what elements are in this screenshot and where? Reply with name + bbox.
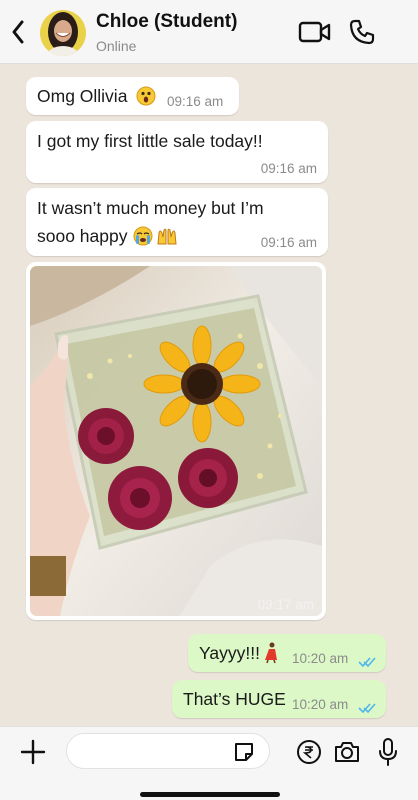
message-text-line1: It wasn’t much money but I’m	[37, 198, 264, 218]
raising-hands-icon	[156, 226, 178, 251]
rupee-payment-icon[interactable]	[296, 739, 322, 765]
message-text: I got my first little sale today!!	[37, 131, 263, 151]
back-chevron-icon[interactable]	[8, 18, 28, 46]
message-incoming[interactable]: It wasn’t much money but I’m sooo happy …	[26, 188, 328, 256]
photo-resin-flowers[interactable]: 09:17 am	[30, 266, 322, 616]
video-call-icon[interactable]	[298, 20, 332, 44]
avatar[interactable]	[40, 10, 86, 56]
read-ticks-icon	[358, 652, 376, 673]
chat-area[interactable]: Omg Ollivia 09:16 am I got my first litt…	[0, 64, 418, 726]
message-time: 09:16 am	[260, 235, 317, 250]
message-incoming[interactable]: I got my first little sale today!! 09:16…	[26, 121, 328, 183]
message-time: 09:16 am	[260, 161, 317, 176]
read-ticks-icon	[358, 698, 376, 719]
home-indicator	[140, 792, 280, 797]
contact-name[interactable]: Chloe (Student)	[96, 11, 237, 33]
message-image[interactable]: 09:17 am	[26, 262, 326, 620]
message-text: Yayyy!!!	[199, 643, 260, 663]
chat-header: Chloe (Student) Online	[0, 0, 418, 64]
phone-call-icon[interactable]	[348, 18, 376, 46]
message-outgoing[interactable]: That’s HUGE 10:20 am	[172, 680, 386, 718]
astonished-face-icon	[136, 86, 156, 111]
message-time: 10:20 am	[292, 651, 349, 666]
message-text-line2: sooo happy	[37, 226, 128, 246]
message-text: Omg Ollivia	[37, 86, 128, 106]
message-composer	[0, 726, 418, 800]
crying-face-icon	[133, 226, 153, 251]
plus-icon[interactable]	[20, 739, 46, 765]
contact-status: Online	[96, 38, 137, 54]
sticker-icon[interactable]	[232, 740, 256, 764]
message-time: 09:16 am	[167, 94, 224, 109]
message-time: 10:20 am	[292, 697, 349, 712]
message-outgoing[interactable]: Yayyy!!! 10:20 am	[188, 634, 386, 672]
message-text: That’s HUGE	[183, 689, 286, 709]
message-time: 09:17 am	[257, 597, 314, 612]
dancer-icon	[263, 642, 279, 669]
message-incoming[interactable]: Omg Ollivia 09:16 am	[26, 77, 239, 115]
camera-icon[interactable]	[333, 739, 361, 765]
microphone-icon[interactable]	[377, 737, 399, 767]
